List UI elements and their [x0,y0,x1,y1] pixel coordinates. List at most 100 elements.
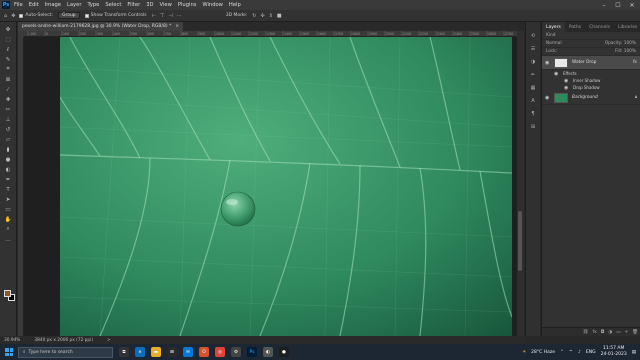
crop-tool-icon[interactable]: ⌗ [4,66,13,73]
menu-image[interactable]: Image [45,2,61,8]
eraser-tool-icon[interactable]: ▱ [4,136,13,143]
fx-icon[interactable]: fx [633,60,637,65]
language-indicator[interactable]: ENG [586,350,596,355]
app-icon[interactable]: ◐ [263,347,273,357]
tab-layers[interactable]: Layers [542,22,565,32]
frame-tool-icon[interactable]: ⊠ [4,76,13,83]
opacity-field[interactable]: Opacity: 100% [605,41,636,46]
leaf-image[interactable] [60,37,512,336]
tab-libraries[interactable]: Libraries [614,22,640,32]
mail-icon[interactable]: ✉ [183,347,193,357]
adjustment-icon[interactable]: ◑ [608,330,612,335]
link-icon[interactable]: ⛓ [583,330,589,335]
menu-layer[interactable]: Layer [67,2,81,8]
menu-view[interactable]: View [160,2,172,8]
pen-tool-icon[interactable]: ✒ [4,176,13,183]
align-right-icon[interactable]: ⊣ [168,13,172,19]
clone-stamp-icon[interactable]: ⊥ [4,116,13,123]
mask-icon[interactable]: ◘ [601,330,605,335]
menu-3d[interactable]: 3D [146,2,153,8]
chrome-icon[interactable]: ◎ [215,347,225,357]
canvas-area[interactable] [24,37,517,336]
eye-icon[interactable]: ◉ [564,78,570,84]
color-swatches[interactable] [4,290,16,302]
document-tab[interactable]: pexels-andre-william-2179628.jpg @ 30.9%… [18,22,184,31]
align-left-icon[interactable]: ⊢ [152,13,156,19]
auto-select-checkbox[interactable] [19,13,24,18]
history-icon[interactable]: ⟲ [529,32,537,39]
lasso-tool-icon[interactable]: ℓ [4,46,13,53]
store-icon[interactable]: ⊞ [167,347,177,357]
close-button[interactable]: ✕ [626,0,638,10]
menu-filter[interactable]: Filter [127,2,140,8]
effect-inner-shadow[interactable]: ◉ Inner Shadow [542,77,640,84]
layer-background[interactable]: ◉ Background 🔒︎ [542,91,640,105]
path-select-icon[interactable]: ➤ [4,196,13,203]
swatches-icon[interactable]: ▦ [529,84,537,91]
zoom-level[interactable]: 30.94% [4,338,20,343]
notifications-icon[interactable]: ▤ [632,350,636,355]
clock[interactable]: 11:57 AM 24-01-2023 [601,346,627,358]
effect-drop-shadow[interactable]: ◉ Drop Shadow [542,84,640,91]
trash-icon[interactable]: 🗑︎ [632,330,638,335]
eye-icon[interactable]: ◉ [545,95,551,101]
folder-icon[interactable]: ▭ [616,330,620,335]
layer-name[interactable]: Background [572,95,598,100]
tray-chevron-icon[interactable]: ⌃ [560,350,564,355]
blend-mode-dropdown[interactable]: Normal [546,41,562,46]
fill-field[interactable]: Fill: 100% [615,49,636,54]
adjustments-icon[interactable]: ◑ [529,58,537,65]
show-transform-checkbox[interactable] [84,13,89,18]
weather-text[interactable]: 28°C Haze [531,350,555,355]
tab-channels[interactable]: Channels [585,22,614,32]
obs-icon[interactable]: ● [279,347,289,357]
orbit-3d-icon[interactable]: ↻ [252,13,256,19]
brush-settings-icon[interactable]: ✏ [529,71,537,78]
kind-filter[interactable]: Kind [546,33,555,38]
dodge-tool-icon[interactable]: ◐ [4,166,13,173]
layer-water-drop[interactable]: ◉ Water Drop fx [542,56,640,70]
healing-brush-icon[interactable]: ✚ [4,96,13,103]
eye-icon[interactable]: ◉ [564,85,570,91]
maximize-button[interactable]: ☐ [612,0,624,10]
tab-paths[interactable]: Paths [565,22,585,32]
blur-tool-icon[interactable]: ● [4,156,13,163]
gradient-tool-icon[interactable]: ▮ [4,146,13,153]
auto-select-dropdown[interactable]: Group [57,12,80,19]
history-brush-icon[interactable]: ↺ [4,126,13,133]
menu-file[interactable]: File [14,2,23,8]
layer-name[interactable]: Water Drop [572,60,596,65]
type-tool-icon[interactable]: T [4,186,13,193]
eye-icon[interactable]: ◉ [554,71,560,77]
new-layer-icon[interactable]: + [625,330,629,335]
menu-type[interactable]: Type [87,2,99,8]
fx-button-icon[interactable]: fx [592,330,596,335]
marquee-tool-icon[interactable]: ⬚ [4,36,13,43]
paragraph-icon[interactable]: ¶ [529,110,537,117]
distribute-icon[interactable]: ⋯ [177,13,182,19]
status-arrow[interactable]: > [107,338,111,343]
slide-3d-icon[interactable]: ⇕ [269,13,273,19]
photoshop-taskbar-icon[interactable]: Ps [247,347,257,357]
vertical-scrollbar[interactable] [517,31,524,336]
menu-window[interactable]: Window [202,2,222,8]
libraries-icon[interactable]: ⊞ [529,123,537,130]
more-tools-icon[interactable]: … [4,236,13,243]
network-icon[interactable]: ⌔ [569,349,573,355]
properties-icon[interactable]: ☰ [529,45,537,52]
close-tab-icon[interactable]: × [175,24,179,29]
brush-tool-icon[interactable]: ✏ [4,106,13,113]
settings-icon[interactable]: ⚙ [231,347,241,357]
minimize-button[interactable]: – [598,0,610,10]
pan-3d-icon[interactable]: ✣ [260,13,264,19]
file-explorer-icon[interactable]: ▬ [151,347,161,357]
move-tool-icon[interactable]: ✥ [11,13,15,19]
zoom-tool-icon[interactable]: ⌕ [4,226,13,233]
scroll-thumb[interactable] [518,211,522,271]
water-drop[interactable] [220,191,256,227]
home-icon[interactable]: ⌂ [4,13,7,19]
edge-icon[interactable]: e [135,347,145,357]
quick-select-tool-icon[interactable]: ✎ [4,56,13,63]
menu-select[interactable]: Select [105,2,121,8]
align-center-icon[interactable]: ⊤ [160,13,164,19]
